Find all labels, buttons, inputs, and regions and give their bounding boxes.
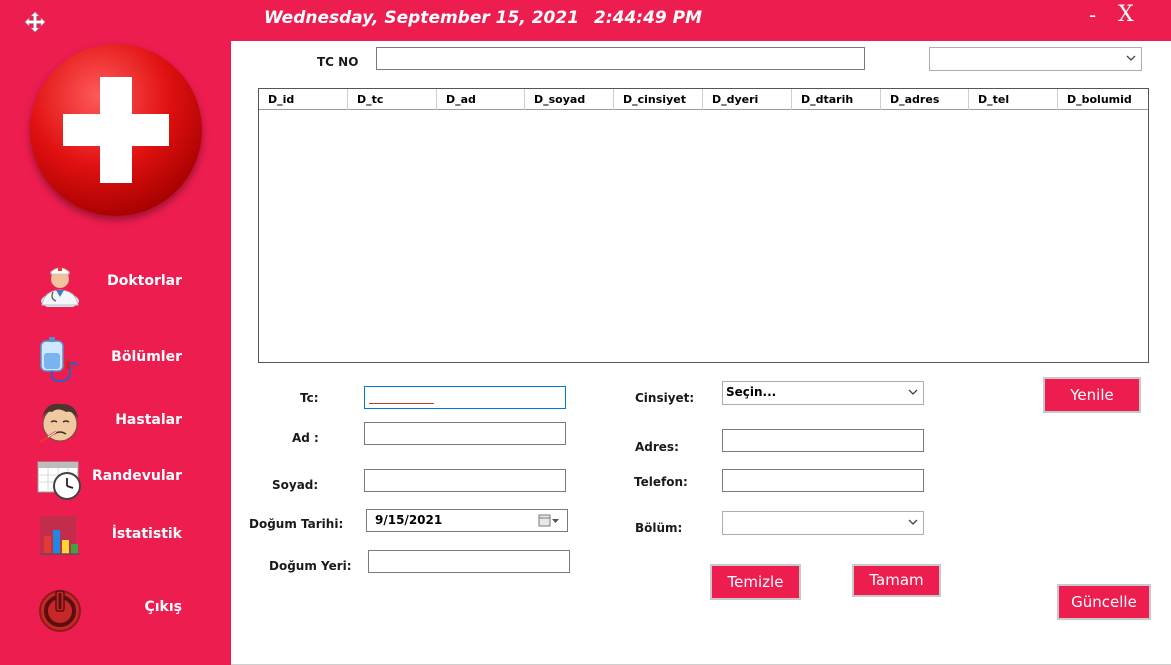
minimize-button[interactable]: -	[1089, 3, 1096, 27]
dogum-tarihi-datepicker[interactable]: 9/15/2021	[366, 509, 568, 532]
iv-bag-icon	[40, 337, 79, 383]
chevron-down-icon	[908, 519, 918, 525]
tc-input[interactable]	[364, 386, 566, 409]
red-cross-logo	[30, 44, 202, 216]
adres-input[interactable]	[722, 429, 924, 452]
tc-no-search-input[interactable]	[376, 47, 865, 70]
tc-no-label: TC NO	[317, 55, 359, 69]
column-header[interactable]: D_tc	[348, 89, 437, 110]
sidebar-item-istatistik[interactable]: İstatistik	[0, 508, 231, 564]
yenile-button[interactable]: Yenile	[1043, 377, 1141, 413]
dogum-tarihi-label: Doğum Tarihi:	[249, 517, 344, 531]
tc-label: Tc:	[300, 391, 319, 405]
sidebar-item-hastalar[interactable]: Hastalar	[0, 394, 231, 450]
soyad-label: Soyad:	[272, 478, 319, 492]
current-date: Wednesday, September 15, 2021	[264, 8, 580, 28]
sick-patient-icon	[39, 403, 78, 444]
sidebar-item-randevular[interactable]: Randevular	[0, 450, 231, 506]
sidebar-item-label: Doktorlar	[107, 273, 182, 289]
column-header[interactable]: D_ad	[437, 89, 525, 110]
doctor-icon	[41, 267, 79, 307]
sidebar-item-cikis[interactable]: Çıkış	[0, 581, 231, 637]
sidebar-item-bolumler[interactable]: Bölümler	[0, 331, 231, 387]
input-underline	[369, 403, 434, 404]
sidebar-item-label: Hastalar	[115, 412, 182, 428]
column-header[interactable]: D_bolumid	[1058, 89, 1148, 110]
sidebar-item-label: Çıkış	[144, 599, 182, 615]
telefon-input[interactable]	[722, 469, 924, 492]
cinsiyet-dropdown[interactable]: Seçin...	[722, 381, 924, 405]
column-header[interactable]: D_dyeri	[703, 89, 792, 110]
column-header[interactable]: D_soyad	[525, 89, 614, 110]
search-filter-dropdown[interactable]	[929, 47, 1142, 71]
chevron-down-icon	[1126, 55, 1136, 61]
dogum-yeri-label: Doğum Yeri:	[269, 559, 352, 573]
column-header[interactable]: D_id	[259, 89, 348, 110]
current-time: 2:44:49 PM	[594, 8, 703, 28]
column-header[interactable]: D_adres	[881, 89, 969, 110]
bolum-dropdown[interactable]	[722, 511, 924, 535]
sidebar-item-label: İstatistik	[111, 526, 182, 542]
ad-label: Ad :	[292, 431, 319, 445]
grid-header-row: D_id D_tc D_ad D_soyad D_cinsiyet D_dyer…	[259, 89, 1148, 110]
column-header[interactable]: D_cinsiyet	[614, 89, 703, 110]
power-icon	[39, 590, 81, 632]
move-arrows-icon[interactable]	[24, 11, 46, 33]
sidebar-item-doktorlar[interactable]: Doktorlar	[0, 255, 231, 311]
close-button[interactable]: X	[1118, 3, 1134, 27]
bar-chart-icon	[40, 516, 80, 555]
chevron-down-icon	[908, 389, 918, 395]
bolum-label: Bölüm:	[635, 521, 683, 535]
ad-input[interactable]	[364, 422, 566, 445]
sidebar: Doktorlar Bölümler Hastalar Randevular İ…	[0, 41, 231, 665]
column-header[interactable]: D_tel	[969, 89, 1058, 110]
main-panel: TC NO D_id D_tc D_ad D_soyad D_cinsiyet …	[231, 41, 1171, 665]
column-header[interactable]: D_dtarih	[792, 89, 881, 110]
adres-label: Adres:	[635, 440, 679, 454]
telefon-label: Telefon:	[634, 475, 688, 489]
dogum-yeri-input[interactable]	[368, 550, 570, 573]
sidebar-item-label: Randevular	[92, 468, 182, 484]
soyad-input[interactable]	[364, 469, 566, 492]
title-bar[interactable]: Wednesday, September 15, 2021 2:44:49 PM…	[0, 0, 1171, 41]
temizle-button[interactable]: Temizle	[710, 564, 801, 600]
app-window: Wednesday, September 15, 2021 2:44:49 PM…	[0, 0, 1171, 665]
tamam-button[interactable]: Tamam	[852, 564, 941, 597]
calendar-clock-icon	[37, 461, 81, 500]
doctors-data-grid[interactable]: D_id D_tc D_ad D_soyad D_cinsiyet D_dyer…	[258, 88, 1149, 363]
calendar-dropdown-icon[interactable]	[538, 513, 560, 528]
guncelle-button[interactable]: Güncelle	[1057, 584, 1151, 620]
sidebar-item-label: Bölümler	[111, 349, 182, 365]
cinsiyet-label: Cinsiyet:	[635, 391, 695, 405]
